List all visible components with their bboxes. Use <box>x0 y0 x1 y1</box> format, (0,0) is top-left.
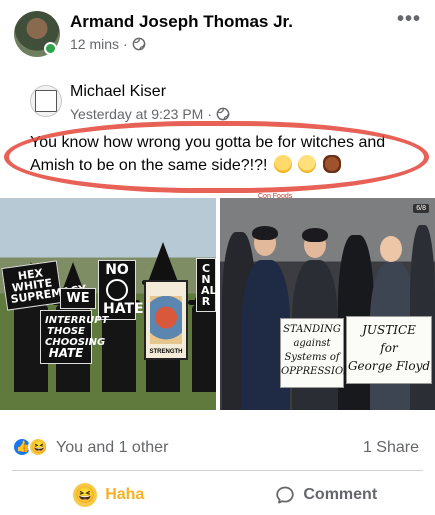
photo-amish-protest[interactable]: 6/8 STANDING against Systems of OPPRESSI… <box>220 198 435 410</box>
shared-photos[interactable]: HEX WHITE SUPREMACY WE NO HATE INTERRUPT… <box>0 198 435 410</box>
protest-sign-justice: JUSTICE for George Floyd <box>346 316 432 384</box>
post-header: Armand Joseph Thomas Jr. 12 mins · ••• <box>0 0 435 60</box>
symbol-icon <box>106 279 128 301</box>
shared-author-avatar[interactable] <box>30 85 62 117</box>
divider <box>12 470 423 471</box>
protest-sign-edge: C N AL R <box>196 258 216 312</box>
sign-text: NO <box>105 262 129 278</box>
reactions-summary[interactable]: You and 1 other <box>56 439 168 457</box>
sign-text: JUSTICE <box>362 323 416 337</box>
sign-text: HATE <box>48 346 84 360</box>
post-time[interactable]: 12 mins <box>70 36 119 52</box>
sign-text: for <box>380 341 398 355</box>
face <box>380 236 402 262</box>
protest-sign-standing: STANDING against Systems of OPPRESSION <box>280 318 352 388</box>
sign-text: INTERRUPT <box>45 315 109 326</box>
sign-text: STANDING <box>283 324 341 335</box>
reaction-icons[interactable] <box>12 437 52 457</box>
post-meta: 12 mins · <box>70 36 146 52</box>
tarot-card-sign: STRENGTH <box>144 280 188 360</box>
reactions-bar: You and 1 other 1 Share <box>0 430 435 464</box>
sign-text: George Floyd <box>347 359 431 373</box>
bonnet <box>252 226 278 240</box>
comment-button[interactable]: Comment <box>218 476 435 514</box>
sign-text: R <box>201 295 211 308</box>
shared-meta-separator: · <box>207 106 213 122</box>
shared-post-meta: Yesterday at 9:23 PM · <box>70 106 230 122</box>
haha-reaction-icon <box>28 437 48 457</box>
avatar-sign-image <box>35 90 57 112</box>
post-actions: Haha Comment <box>0 476 435 514</box>
red-annotation-circle <box>4 121 429 193</box>
comment-icon <box>276 486 295 504</box>
protest-sign-interrupt: INTERRUPT THOSE CHOOSING HATE <box>40 310 109 364</box>
sign-text: Systems of <box>284 352 340 363</box>
post-author-name[interactable]: Armand Joseph Thomas Jr. <box>70 12 293 32</box>
comment-label: Comment <box>303 486 378 503</box>
sign-text: OPPRESSION <box>281 366 352 377</box>
globe-icon <box>132 37 146 51</box>
tarot-art <box>150 296 182 344</box>
meta-separator: · <box>123 36 128 52</box>
shared-author-name[interactable]: Michael Kiser <box>70 83 166 101</box>
sign-text: against <box>293 338 331 349</box>
protest-sign-we: WE <box>60 288 96 309</box>
online-status-dot <box>44 42 57 55</box>
photo-witches-protest[interactable]: HEX WHITE SUPREMACY WE NO HATE INTERRUPT… <box>0 198 216 410</box>
share-count[interactable]: 1 Share <box>363 439 419 457</box>
haha-icon <box>73 483 98 507</box>
sign-text: THOSE <box>47 326 85 337</box>
bonnet <box>302 228 328 242</box>
more-options-icon[interactable]: ••• <box>397 9 421 29</box>
photo-badge: 6/8 <box>413 204 429 213</box>
shared-post-time[interactable]: Yesterday at 9:23 PM <box>70 106 203 122</box>
tarot-card-label: STRENGTH <box>149 349 183 355</box>
sign-text: WE <box>66 291 90 306</box>
protest-sign-no-hate: NO HATE <box>98 260 144 320</box>
protest-sign-hex: HEX WHITE SUPREMACY <box>1 260 87 311</box>
haha-button[interactable]: Haha <box>0 476 218 514</box>
haha-label: Haha <box>105 486 145 503</box>
globe-icon <box>216 107 230 121</box>
sign-text: HATE <box>103 301 144 317</box>
